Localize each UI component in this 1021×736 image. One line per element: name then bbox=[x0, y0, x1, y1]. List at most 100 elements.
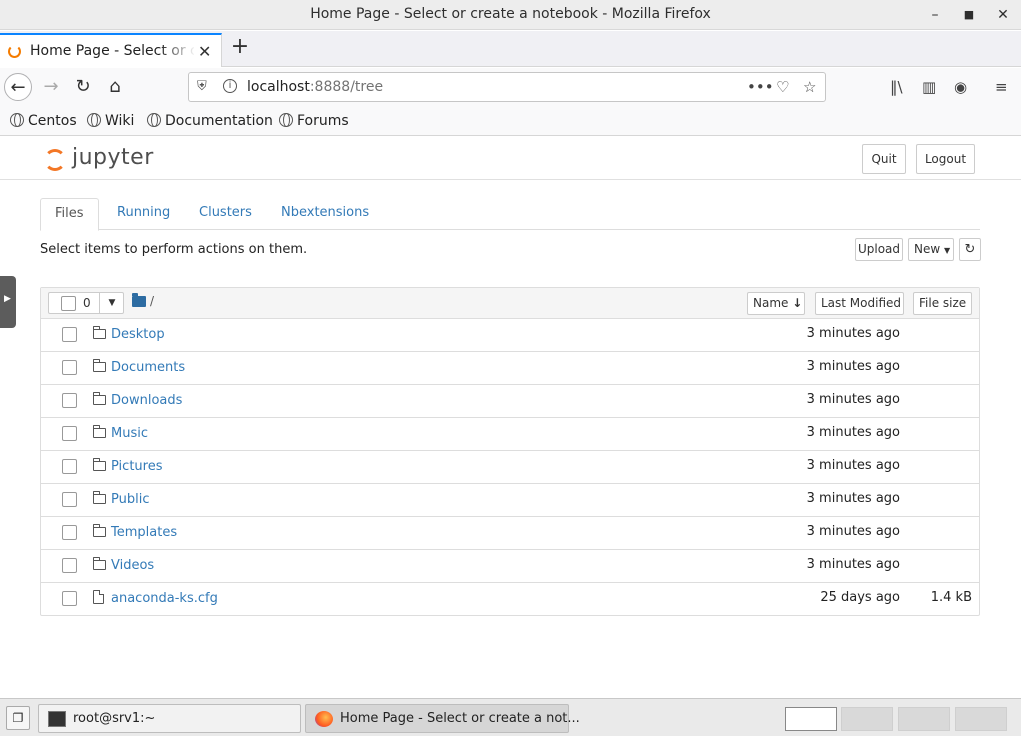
file-row[interactable]: Public 3 minutes ago bbox=[41, 484, 979, 517]
firefox-icon bbox=[315, 711, 333, 727]
upload-button[interactable]: Upload bbox=[855, 238, 903, 261]
refresh-icon[interactable]: ↻ bbox=[959, 238, 981, 261]
folder-home-icon[interactable] bbox=[132, 293, 146, 307]
file-name-link[interactable]: Videos bbox=[111, 558, 154, 573]
site-info-icon[interactable]: i bbox=[223, 79, 237, 93]
arrow-down-icon: ↓ bbox=[792, 296, 803, 310]
window-titlebar: Home Page - Select or create a notebook … bbox=[0, 0, 1021, 30]
tab-clusters[interactable]: Clusters bbox=[185, 198, 266, 230]
folder-icon bbox=[93, 359, 106, 372]
file-modified: 3 minutes ago bbox=[806, 425, 900, 440]
tab-nbextensions[interactable]: Nbextensions bbox=[267, 198, 383, 230]
select-all-control[interactable]: 0 ▼ bbox=[48, 292, 124, 314]
row-checkbox[interactable] bbox=[62, 525, 77, 540]
row-checkbox[interactable] bbox=[62, 426, 77, 441]
logout-button[interactable]: Logout bbox=[916, 144, 975, 174]
row-checkbox[interactable] bbox=[62, 327, 77, 342]
sort-name-button[interactable]: Name ↓ bbox=[747, 292, 805, 315]
quit-button[interactable]: Quit bbox=[862, 144, 906, 174]
sort-file-size-button[interactable]: File size bbox=[913, 292, 972, 315]
file-row[interactable]: Pictures 3 minutes ago bbox=[41, 451, 979, 484]
bookmark-wiki[interactable]: Wiki bbox=[87, 113, 134, 129]
sidebar-toggle[interactable]: ▶ bbox=[0, 276, 16, 328]
workspace-3[interactable] bbox=[898, 707, 950, 731]
folder-icon bbox=[93, 425, 106, 438]
close-window-icon[interactable]: ✕ bbox=[994, 6, 1012, 24]
file-name-link[interactable]: Templates bbox=[111, 525, 177, 540]
file-row[interactable]: Desktop 3 minutes ago bbox=[41, 319, 979, 352]
home-icon[interactable]: ⌂ bbox=[101, 73, 129, 101]
caret-right-icon: ▶ bbox=[4, 294, 11, 304]
globe-icon bbox=[87, 113, 101, 127]
tab-running[interactable]: Running bbox=[103, 198, 184, 230]
row-checkbox[interactable] bbox=[62, 393, 77, 408]
file-row[interactable]: Downloads 3 minutes ago bbox=[41, 385, 979, 418]
workspace-4[interactable] bbox=[955, 707, 1007, 731]
sort-last-modified-button[interactable]: Last Modified bbox=[815, 292, 904, 315]
file-name-link[interactable]: Public bbox=[111, 492, 149, 507]
file-name-link[interactable]: Pictures bbox=[111, 459, 162, 474]
file-name-link[interactable]: Downloads bbox=[111, 393, 182, 408]
file-size: 1.4 kB bbox=[930, 590, 972, 605]
show-desktop-icon[interactable]: ❐ bbox=[6, 706, 30, 730]
file-row[interactable]: Documents 3 minutes ago bbox=[41, 352, 979, 385]
account-icon[interactable]: ◉ bbox=[954, 78, 967, 96]
row-checkbox[interactable] bbox=[62, 558, 77, 573]
bookmark-documentation[interactable]: Documentation bbox=[147, 113, 273, 129]
workspace-1[interactable] bbox=[785, 707, 837, 731]
terminal-icon bbox=[48, 711, 66, 727]
row-checkbox[interactable] bbox=[62, 360, 77, 375]
bookmark-centos[interactable]: Centos bbox=[10, 113, 77, 129]
file-list: 0 ▼ / Name ↓ Last Modified File size Des… bbox=[40, 287, 980, 616]
forward-arrow-icon[interactable]: → bbox=[37, 73, 65, 101]
file-modified: 3 minutes ago bbox=[806, 491, 900, 506]
file-row[interactable]: anaconda-ks.cfg 25 days ago 1.4 kB bbox=[41, 583, 979, 616]
minimize-icon[interactable]: – bbox=[926, 6, 944, 24]
selection-hint: Select items to perform actions on them. bbox=[40, 242, 308, 257]
browser-tab[interactable]: Home Page - Select or create a notebook … bbox=[0, 33, 222, 67]
file-row[interactable]: Videos 3 minutes ago bbox=[41, 550, 979, 583]
file-name-link[interactable]: Documents bbox=[111, 360, 185, 375]
new-tab-icon[interactable]: + bbox=[228, 35, 252, 59]
taskbar-item-firefox[interactable]: Home Page - Select or create a not... bbox=[305, 704, 580, 733]
caret-down-icon: ▼ bbox=[944, 246, 951, 255]
file-name-link[interactable]: Desktop bbox=[111, 327, 165, 342]
file-name-link[interactable]: Music bbox=[111, 426, 148, 441]
pocket-icon[interactable]: ♡ bbox=[776, 78, 789, 96]
back-arrow-icon[interactable]: ← bbox=[4, 73, 32, 101]
tracking-shield-icon[interactable]: ⛨ bbox=[197, 79, 207, 94]
folder-icon bbox=[93, 491, 106, 504]
maximize-icon[interactable]: ■ bbox=[960, 6, 978, 24]
bookmark-forums[interactable]: Forums bbox=[279, 113, 349, 129]
sidebar-icon[interactable]: ▥ bbox=[922, 78, 936, 96]
row-checkbox[interactable] bbox=[62, 591, 77, 606]
file-modified: 3 minutes ago bbox=[806, 392, 900, 407]
folder-icon bbox=[93, 524, 106, 537]
file-row[interactable]: Music 3 minutes ago bbox=[41, 418, 979, 451]
file-row[interactable]: Templates 3 minutes ago bbox=[41, 517, 979, 550]
select-dropdown-icon[interactable]: ▼ bbox=[99, 292, 124, 314]
row-checkbox[interactable] bbox=[62, 492, 77, 507]
row-checkbox[interactable] bbox=[62, 459, 77, 474]
bookmark-star-icon[interactable]: ☆ bbox=[803, 78, 816, 96]
bookmarks-toolbar: Centos Wiki Documentation Forums bbox=[0, 106, 1021, 136]
workspace-2[interactable] bbox=[841, 707, 893, 731]
globe-icon bbox=[147, 113, 161, 127]
new-dropdown-button[interactable]: New ▼ bbox=[908, 238, 954, 261]
page-actions-icon[interactable]: ••• bbox=[747, 78, 774, 96]
file-modified: 3 minutes ago bbox=[806, 359, 900, 374]
reload-icon[interactable]: ↻ bbox=[69, 73, 97, 101]
library-icon[interactable]: ‖\ bbox=[890, 78, 903, 96]
url-bar[interactable]: ⛨ i localhost:8888/tree ••• ♡ ☆ bbox=[188, 72, 826, 102]
tab-files[interactable]: Files bbox=[40, 198, 99, 231]
globe-icon bbox=[279, 113, 293, 127]
url-text[interactable]: localhost:8888/tree bbox=[247, 79, 383, 95]
taskbar-item-terminal[interactable]: root@srv1:~ bbox=[38, 704, 301, 733]
folder-icon bbox=[93, 557, 106, 570]
close-tab-icon[interactable]: ✕ bbox=[198, 42, 211, 61]
breadcrumb[interactable]: / bbox=[150, 294, 154, 308]
select-all-checkbox[interactable] bbox=[61, 296, 76, 311]
menu-icon[interactable]: ≡ bbox=[995, 78, 1008, 96]
file-modified: 25 days ago bbox=[820, 590, 900, 605]
file-name-link[interactable]: anaconda-ks.cfg bbox=[111, 591, 218, 606]
